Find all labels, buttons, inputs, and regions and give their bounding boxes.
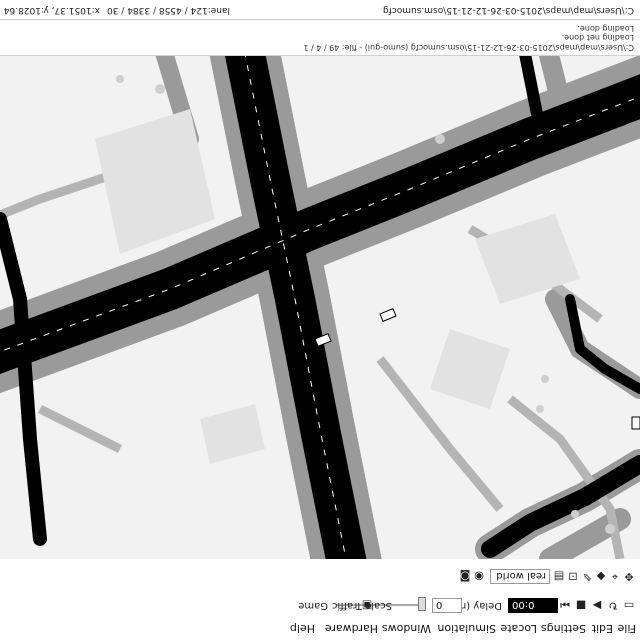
menu-edit[interactable]: Edit xyxy=(592,622,613,635)
settings-icon[interactable]: ◉ xyxy=(472,569,486,583)
vehicle xyxy=(379,308,397,322)
delay-slider-thumb[interactable] xyxy=(418,597,426,611)
screenshot-icon[interactable]: ◙ xyxy=(458,569,472,583)
simulation-toolbar: ▭ ↻ ▶ ■ ⏭ 0:00 Delay (ms) 0 Game Scale T… xyxy=(0,588,640,618)
vehicle xyxy=(631,416,640,430)
time-display: 0:00 xyxy=(508,598,558,613)
locate-junction-icon[interactable]: ◆ xyxy=(594,569,608,583)
message-log: C:\Users\map\maps\2015-03-26-12-21-15\os… xyxy=(0,19,640,56)
step-icon[interactable]: ⏭ xyxy=(558,598,572,612)
view-toolbar: ✥ ⌖ ◆ ✎ ⊡ ▤ real world ◉ ◙ xyxy=(0,558,640,589)
menu-windows[interactable]: Windows xyxy=(382,622,431,635)
locate-tls-icon[interactable]: ▤ xyxy=(552,569,566,583)
menu-file[interactable]: File xyxy=(618,622,636,635)
stop-icon[interactable]: ■ xyxy=(574,598,588,612)
play-icon[interactable]: ▶ xyxy=(590,598,604,612)
recenter-icon[interactable]: ✥ xyxy=(622,569,636,583)
menu-help[interactable]: Help xyxy=(290,622,315,635)
status-coords: x:1051.37, y:1028.64 xyxy=(3,5,100,15)
status-info: lane:124 / 4558 / 3384 / 30 xyxy=(107,5,230,15)
map-view[interactable] xyxy=(0,56,640,559)
game-label: Game xyxy=(298,600,328,611)
menu-hardware[interactable]: Hardware xyxy=(325,622,378,635)
log-line-path: C:\Users\map\maps\2015-03-26-12-21-15\os… xyxy=(303,43,634,52)
locate-vehicle-icon[interactable]: ⊡ xyxy=(566,569,580,583)
open-icon[interactable]: ▭ xyxy=(622,598,636,612)
status-path: C:\Users\map\maps\2015-03-26-12-21-15\os… xyxy=(382,5,634,15)
window-icon[interactable]: ▣ xyxy=(360,598,374,612)
locate-edge-icon[interactable]: ✎ xyxy=(580,569,594,583)
log-line: Loading net done. xyxy=(561,33,634,42)
zoom-icon[interactable]: ⌖ xyxy=(608,569,622,583)
reload-icon[interactable]: ↻ xyxy=(606,598,620,612)
log-line: Loading done. xyxy=(577,24,634,33)
rotated-screen: File Edit Settings Locate Simulation Win… xyxy=(0,0,640,640)
status-bar: C:\Users\map\maps\2015-03-26-12-21-15\os… xyxy=(0,0,640,20)
menu-simulation[interactable]: Simulation xyxy=(437,622,496,635)
delay-input[interactable]: 0 xyxy=(432,598,462,613)
menu-bar: File Edit Settings Locate Simulation Win… xyxy=(0,617,640,640)
network-map xyxy=(0,56,640,559)
menu-settings[interactable]: Settings xyxy=(541,622,586,635)
menu-locate[interactable]: Locate xyxy=(500,622,537,635)
view-scheme-select[interactable]: real world xyxy=(490,569,550,584)
